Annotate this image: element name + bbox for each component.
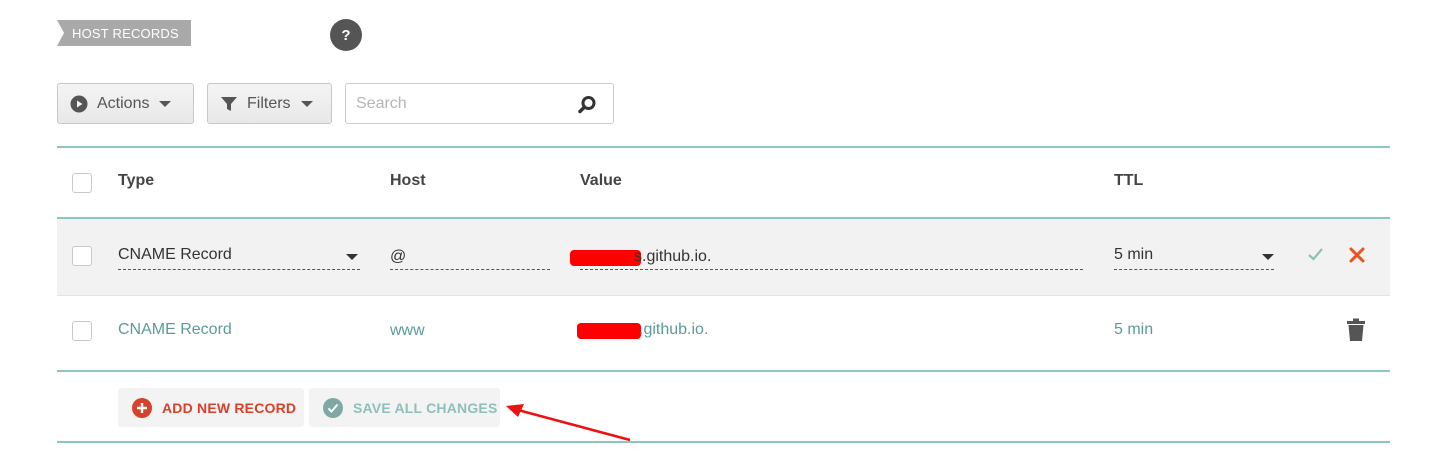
value-underline [580,269,1083,270]
footer-divider [57,441,1390,443]
row-divider [57,295,1390,296]
host-underline [390,269,550,270]
ttl-value[interactable]: 5 min [1114,321,1153,339]
value-suffix: s.github.io. [634,248,712,265]
chevron-down-icon [300,100,313,107]
ttl-underline [1114,269,1274,270]
table-row [57,219,1390,296]
annotation-arrow [506,404,631,442]
play-icon [70,95,88,113]
row-checkbox[interactable] [72,246,92,266]
column-header-ttl: TTL [1114,172,1144,189]
row-checkbox[interactable] [72,321,92,341]
chevron-down-icon [346,254,358,260]
search-box [345,83,614,124]
add-new-record-label: ADD NEW RECORD [162,399,297,416]
record-type-link[interactable]: CNAME Record [118,321,232,339]
help-icon[interactable]: ? [330,19,362,51]
table-top-divider [57,146,1390,148]
ttl-value: 5 min [1114,246,1154,263]
trash-icon[interactable] [1346,318,1366,347]
checkmark-circle-icon [323,397,343,418]
column-header-host: Host [390,172,426,189]
plus-icon [132,397,152,418]
save-all-changes-button[interactable]: SAVE ALL CHANGES [309,388,500,427]
filter-icon [220,95,238,113]
record-type-underline [118,269,360,270]
filters-button[interactable]: Filters [207,83,332,124]
chevron-down-icon [159,100,172,107]
section-tag-label: HOST RECORDS [72,25,179,41]
table-bottom-divider [57,370,1390,372]
search-icon[interactable] [577,95,597,120]
column-header-type: Type [118,172,155,189]
actions-label: Actions [97,94,150,112]
record-type-value: CNAME Record [118,246,232,263]
chevron-down-icon [1262,254,1274,260]
column-header-value: Value [580,172,622,189]
check-icon[interactable] [1307,247,1324,267]
add-new-record-button[interactable]: ADD NEW RECORD [118,388,304,427]
redaction-mark [577,323,641,339]
host-value: @ [390,248,407,265]
close-icon[interactable] [1349,247,1365,268]
help-icon-label: ? [341,26,351,44]
section-tag: HOST RECORDS [57,20,191,46]
save-all-changes-label: SAVE ALL CHANGES [353,399,498,416]
redaction-mark [570,250,641,266]
value-suffix[interactable]: .github.io. [639,321,708,339]
host-value[interactable]: www [390,322,425,340]
select-all-checkbox[interactable] [72,173,92,193]
filters-label: Filters [247,94,291,112]
actions-button[interactable]: Actions [57,83,194,124]
search-input[interactable] [346,84,566,123]
